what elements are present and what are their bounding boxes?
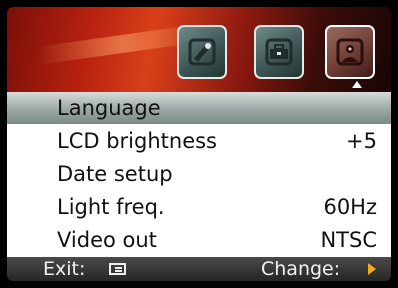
tab-camera[interactable] [177, 25, 227, 79]
menu-item-light-freq[interactable]: Light freq. 60Hz [7, 191, 391, 223]
menu-item-label: Video out [57, 228, 157, 252]
change-label: Change: [261, 258, 341, 280]
selected-tab-pointer [352, 81, 362, 88]
settings-menu-list: Language LCD brightness +5 Date setup Li… [7, 92, 391, 257]
menu-item-value: +5 [346, 129, 377, 153]
menu-item-label: Language [57, 96, 161, 120]
settings-person-icon [336, 38, 364, 66]
menu-item-label: Date setup [57, 162, 173, 186]
menu-item-language[interactable]: Language [7, 92, 391, 124]
right-arrow-icon [368, 263, 376, 275]
tab-settings-person[interactable] [325, 25, 375, 79]
camera-icon [188, 38, 216, 66]
menu-header [7, 7, 391, 92]
menu-item-label: Light freq. [57, 195, 165, 219]
menu-item-lcd-brightness[interactable]: LCD brightness +5 [7, 125, 391, 157]
menu-item-value: 60Hz [323, 195, 377, 219]
menu-item-value: NTSC [320, 228, 377, 252]
toolbox-icon [265, 38, 293, 66]
menu-item-label: LCD brightness [57, 129, 217, 153]
exit-label: Exit: [43, 258, 86, 280]
menu-button-icon [109, 263, 126, 275]
footer-hint-bar: Exit: Change: [7, 257, 391, 281]
menu-item-video-out[interactable]: Video out NTSC [7, 224, 391, 256]
camera-menu-screen: Language LCD brightness +5 Date setup Li… [7, 7, 391, 281]
tab-toolbox[interactable] [254, 25, 304, 79]
menu-item-date-setup[interactable]: Date setup [7, 158, 391, 190]
